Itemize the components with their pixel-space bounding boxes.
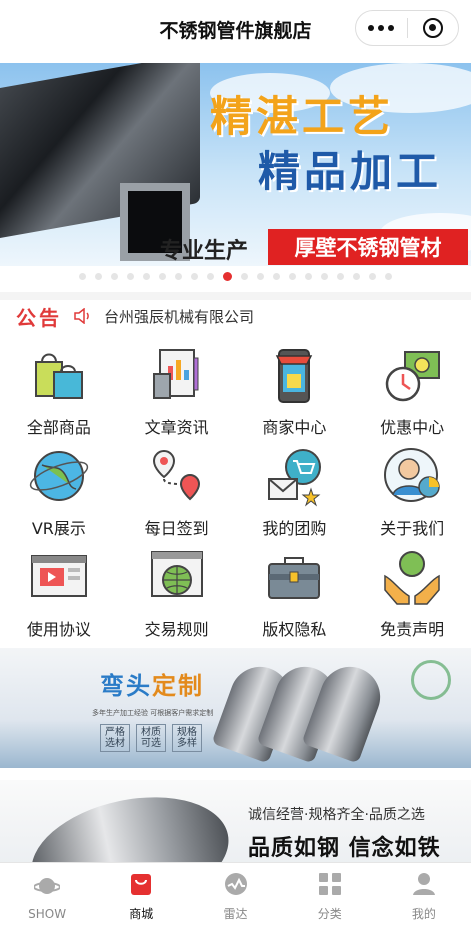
carousel-dot[interactable] — [175, 272, 182, 280]
carousel-dot[interactable] — [369, 272, 376, 280]
close-mini-program-button[interactable] — [408, 11, 459, 45]
page-title: 不锈钢管件旗舰店 — [159, 19, 312, 42]
carousel-dot[interactable] — [337, 272, 344, 280]
grid-item-daily-checkin[interactable]: 每日签到 — [118, 439, 236, 540]
video-player-icon — [30, 555, 87, 597]
grid-item-vr[interactable]: VR展示 — [0, 439, 118, 540]
target-circle-icon — [422, 18, 443, 38]
tab-mall[interactable]: 商城 — [94, 863, 188, 930]
tab-mine[interactable]: 我的 — [377, 863, 471, 930]
shopping-bag-icon — [131, 874, 152, 895]
steel-pipe-image — [20, 780, 240, 865]
promo-chip: 严格 选材 — [100, 724, 130, 752]
carousel-dot[interactable] — [289, 272, 296, 280]
carousel-dot[interactable] — [79, 272, 86, 280]
promo-headline: 品质如钢 信念如铁 — [248, 836, 441, 861]
tab-category[interactable]: 分类 — [283, 863, 377, 930]
briefcase-icon — [268, 557, 321, 599]
promo-chip: 材质 可选 — [136, 724, 166, 752]
nav-bar: 不锈钢管件旗舰店 — [0, 0, 471, 58]
promo-chips: 严格 选材 材质 可选 规格 多样 — [100, 724, 202, 752]
person-chart-icon — [384, 448, 440, 502]
radar-pulse-icon — [224, 873, 247, 895]
promo-banner-elbow[interactable]: 弯头定制 多年生产加工经验 可根据客户需求定制 严格 选材 材质 可选 规格 多… — [0, 648, 471, 768]
grid-item-all-products[interactable]: 全部商品 — [0, 338, 118, 439]
promo-tagline: 诚信经营·规格齐全·品质之选 — [248, 807, 425, 823]
grid-item-merchant-center[interactable]: 商家中心 — [236, 338, 354, 439]
carousel-dot[interactable] — [95, 272, 102, 280]
carousel-dot[interactable] — [305, 272, 312, 280]
more-dots-icon — [368, 25, 395, 31]
user-icon — [412, 873, 435, 895]
grid-item-articles[interactable]: 文章资讯 — [118, 338, 236, 439]
carousel-indicator — [0, 270, 471, 282]
carousel-dot[interactable] — [257, 272, 264, 280]
tab-show[interactable]: SHOW — [0, 863, 94, 930]
promo-banner-quality[interactable]: 诚信经营·规格齐全·品质之选 品质如钢 信念如铁 — [0, 780, 471, 865]
store-phone-icon — [276, 349, 313, 403]
mini-program-capsule — [355, 10, 459, 46]
notice-bar[interactable]: 公告 台州强辰机械有限公司 — [0, 292, 471, 332]
banner-tag-left: 专业生产 — [160, 239, 249, 264]
carousel-dot[interactable] — [127, 272, 134, 280]
carousel-dot[interactable] — [223, 271, 232, 281]
phone-call-icon[interactable] — [411, 660, 451, 700]
promo-subtitle: 多年生产加工经验 可根据客户需求定制 — [92, 709, 214, 717]
carousel-dot[interactable] — [143, 272, 150, 280]
group-buy-cart-icon — [268, 449, 322, 507]
grid-item-group-buy[interactable]: 我的团购 — [236, 439, 354, 540]
promo-chip: 规格 多样 — [172, 724, 202, 752]
grid-item-about-us[interactable]: 关于我们 — [353, 439, 471, 540]
carousel-dot[interactable] — [159, 272, 166, 280]
carousel-dot[interactable] — [111, 272, 118, 280]
tab-radar[interactable]: 雷达 — [188, 863, 282, 930]
globe-icon — [29, 451, 89, 501]
promo-title: 弯头定制 — [100, 672, 204, 700]
carousel-dot[interactable] — [353, 272, 360, 280]
carousel-dot[interactable] — [207, 272, 214, 280]
category-grid-icon — [318, 873, 341, 895]
carousel-dot[interactable] — [241, 272, 248, 280]
map-pin-route-icon — [152, 449, 200, 501]
grid-item-discount-center[interactable]: 优惠中心 — [353, 338, 471, 439]
globe-window-icon — [150, 551, 203, 597]
banner-tag-right: 厚壁不锈钢管材 — [268, 229, 468, 265]
bottom-tab-bar: SHOW 商城 雷达 分类 我的 — [0, 862, 471, 930]
carousel-dot[interactable] — [385, 272, 392, 280]
article-news-icon — [152, 349, 199, 399]
speaker-icon — [74, 308, 89, 324]
more-button[interactable] — [356, 11, 407, 45]
carousel-dot[interactable] — [191, 272, 198, 280]
shopping-bags-icon — [34, 353, 83, 399]
grid-item-trading-rules[interactable]: 交易规则 — [118, 540, 236, 641]
banner-slogan-line1: 精湛工艺 — [210, 92, 395, 141]
feature-grid: 全部商品 文章资讯 商家中心 优惠中心 VR展示 每日签到 我的团购 关于我们 … — [0, 338, 471, 641]
notice-text: 台州强辰机械有限公司 — [104, 307, 255, 326]
banner-slogan-line2: 精品加工 — [258, 147, 443, 196]
notice-tag: 公告 — [16, 305, 62, 330]
grid-item-copyright-privacy[interactable]: 版权隐私 — [236, 540, 354, 641]
grid-item-disclaimer[interactable]: 免责声明 — [353, 540, 471, 641]
hands-globe-icon — [384, 551, 440, 605]
discount-clock-icon — [385, 351, 441, 402]
carousel-dot[interactable] — [321, 272, 328, 280]
carousel-dot[interactable] — [273, 272, 280, 280]
planet-icon — [34, 877, 61, 894]
grid-item-user-agreement[interactable]: 使用协议 — [0, 540, 118, 641]
hero-banner[interactable]: 精湛工艺 精品加工 专业生产 厚壁不锈钢管材 — [0, 63, 471, 266]
